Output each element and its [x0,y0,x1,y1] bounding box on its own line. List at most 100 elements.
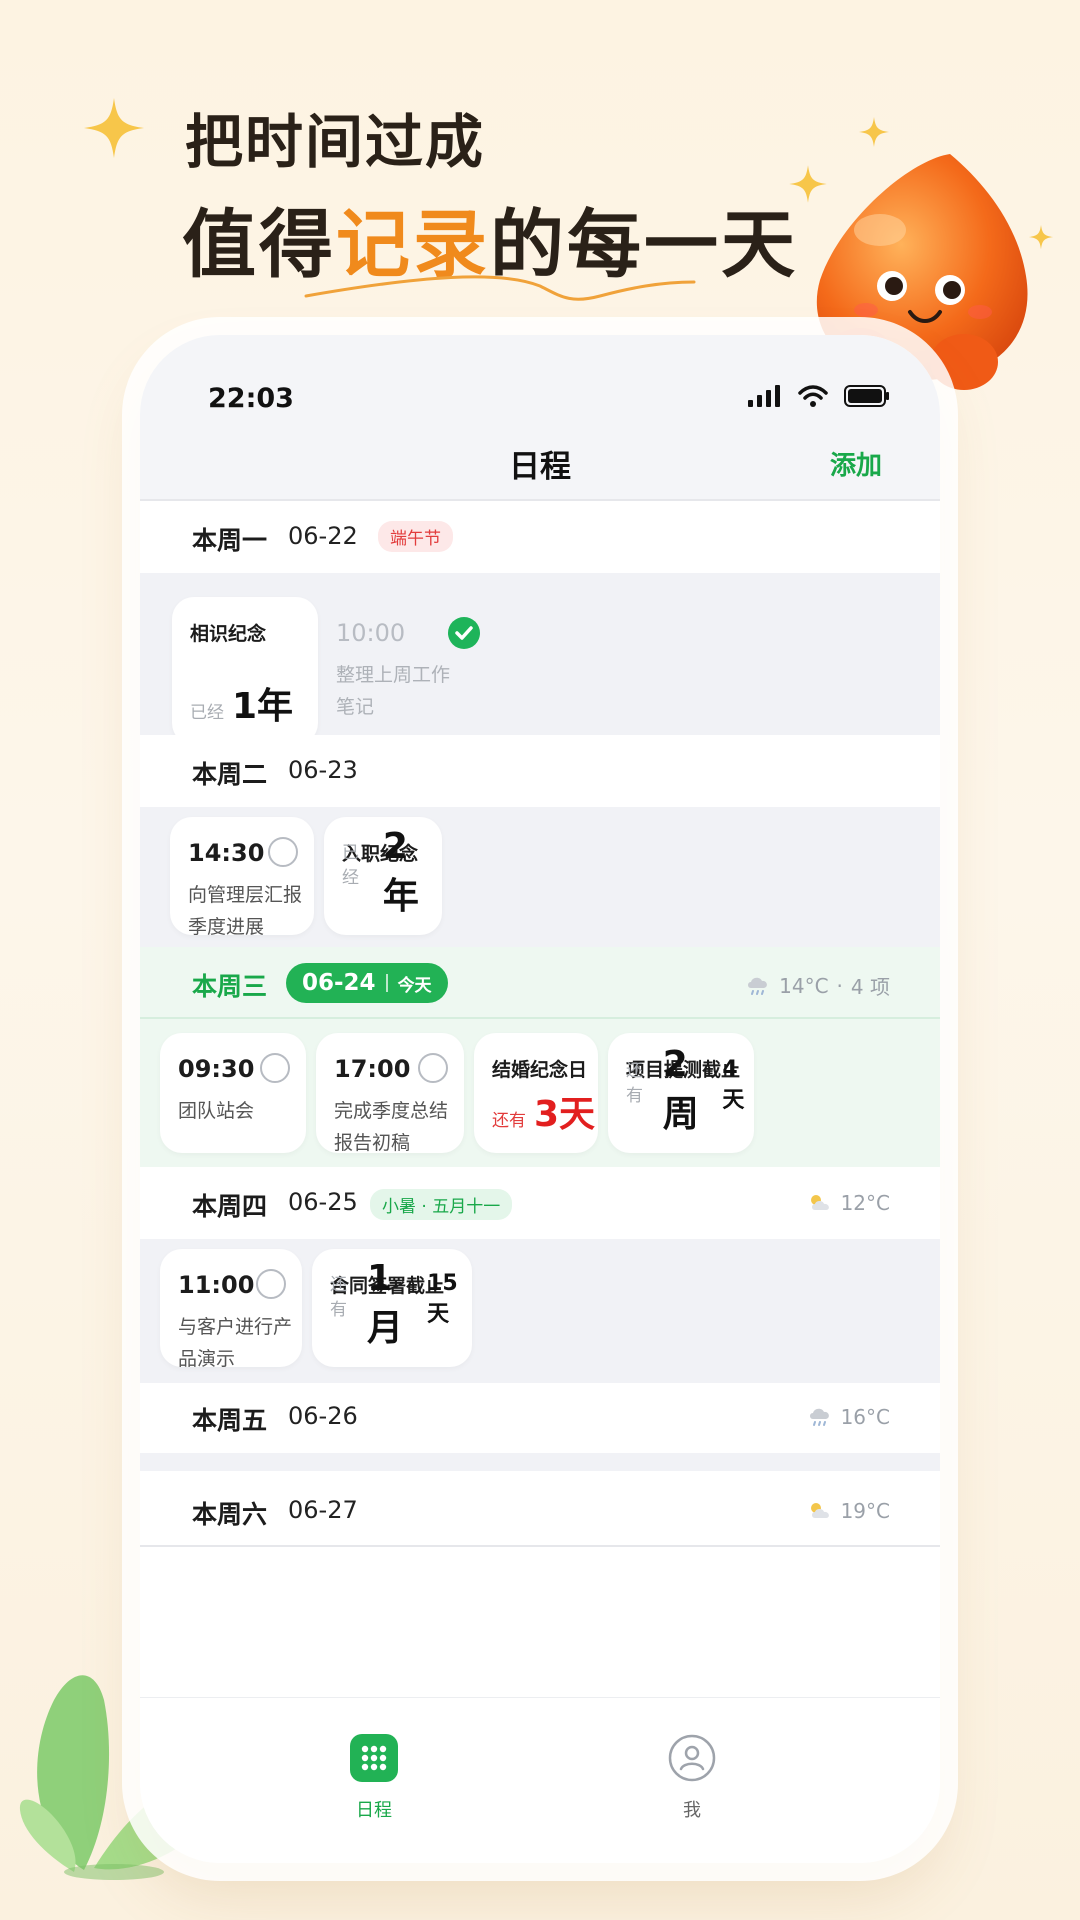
schedule-list[interactable]: 本周一 06-22 端午节 相识纪念 已经 1年 10:00 整理上周工作 笔记 [140,501,940,1693]
hero-title-line1: 把时间过成 [185,108,486,176]
user-icon [668,1734,716,1782]
tab-schedule[interactable]: 日程 [314,1734,434,1822]
page-title: 日程 [509,449,571,485]
card-count: 还有 1月 15天 [330,1258,472,1351]
day-date: 06-22 [288,522,358,550]
tab-me[interactable]: 我 [632,1734,752,1822]
countdown-card[interactable]: 项目提测截止 还有 2周 4天 [608,1033,754,1153]
wifi-icon [798,385,828,407]
tab-label: 我 [683,1800,701,1821]
pill-divider [385,974,388,992]
weather-temp: 16°C [840,1405,890,1429]
check-icon[interactable] [448,617,480,649]
anniversary-card[interactable]: 相识纪念 已经 1年 [172,597,318,745]
nav-bar: 日程 添加 [140,425,940,501]
weather-info: 16°C [807,1405,890,1429]
day-lane: 11:00 与客户进行产 品演示 合同签署截止 还有 1月 15天 [140,1239,940,1383]
countdown-card[interactable]: 合同签署截止 还有 1月 15天 [312,1249,472,1367]
status-bar: 22:03 [140,335,940,425]
task-time: 11:00 [178,1271,255,1299]
count-sub: 4天 [722,1057,745,1113]
count-prefix: 已经 [190,703,224,723]
tab-bar: 日程 我 [140,1697,940,1863]
day-date: 06-25 [288,1188,358,1216]
task-text: 团队站会 [178,1100,255,1122]
day-label: 本周二 [192,760,268,789]
day-label: 本周一 [192,526,268,555]
today-label: 今天 [397,975,432,996]
day-header[interactable]: 本周五 06-26 16°C [140,1383,940,1453]
weather-dot: · [836,973,843,998]
day-label: 本周五 [192,1406,268,1435]
card-count: 还有 3天 [492,1085,595,1137]
sun-cloud-icon [810,1503,829,1518]
phone-screen: 22:03 日程 添加 本周一 06-22 端午节 相识纪念 已经 1年 10:… [140,335,940,1863]
task-time: 09:30 [178,1055,255,1083]
weather-temp: 19°C [840,1499,890,1523]
day-date: 06-24 [302,970,376,996]
count-value: 1年 [232,686,294,727]
day-label: 本周四 [192,1192,268,1221]
task-time: 14:30 [188,839,265,867]
task-card[interactable]: 11:00 与客户进行产 品演示 [160,1249,302,1370]
add-button[interactable]: 添加 [830,445,882,482]
day-header[interactable]: 本周六 06-27 19°C [140,1471,940,1547]
count-value: 2年 [382,826,419,917]
weather-temp: 12°C [840,1191,890,1215]
task-card[interactable]: 17:00 完成季度总结 报告初稿 [316,1033,464,1154]
day-date: 06-26 [288,1402,358,1430]
checkbox-circle[interactable] [260,1053,290,1083]
weather-info: 19°C [807,1499,890,1523]
day-header[interactable]: 本周四 06-25 小暑 · 五月十一 12°C [140,1167,940,1239]
day-header-today[interactable]: 本周三 06-24 今天 14°C · 4 项 [140,947,940,1019]
day-header[interactable]: 本周一 06-22 端午节 [140,501,940,573]
count-value: 1月 [367,1258,404,1349]
holiday-badge: 端午节 [378,521,453,552]
countdown-card[interactable]: 结婚纪念日 还有 3天 [474,1033,598,1153]
card-count: 已经 2年 [342,826,442,919]
day-lane [140,1453,940,1471]
task-time: 17:00 [334,1055,411,1083]
count-prefix: 还有 [330,1275,347,1320]
solar-term-badge: 小暑 · 五月十一 [370,1189,513,1220]
card-count: 还有 2周 4天 [626,1044,754,1137]
task-card-done[interactable]: 10:00 整理上周工作 笔记 [318,597,488,745]
day-lane: 相识纪念 已经 1年 10:00 整理上周工作 笔记 [140,573,940,745]
status-icons [748,385,890,407]
day-label: 本周三 [192,972,268,1001]
rain-cloud-icon [748,977,768,995]
count-sub: 15天 [427,1271,458,1327]
item-count: 4 项 [850,975,890,999]
card-title: 相识纪念 [190,623,267,645]
day-header[interactable]: 本周二 06-23 [140,735,940,807]
weather-temp: 14°C [779,973,829,998]
checkbox-circle[interactable] [268,837,298,867]
task-card[interactable]: 09:30 团队站会 [160,1033,306,1153]
grid-icon [350,1734,398,1782]
count-prefix: 还有 [492,1111,526,1131]
task-text: 与客户进行产 品演示 [178,1316,293,1370]
checkbox-circle[interactable] [418,1053,448,1083]
task-card[interactable]: 14:30 向管理层汇报 季度进展 [170,817,314,938]
card-count: 已经 1年 [190,677,293,729]
tab-label: 日程 [356,1800,392,1821]
task-time: 10:00 [336,619,406,647]
anniversary-card[interactable]: 入职纪念 已经 2年 [324,817,442,935]
weather-info: 14°C · 4 项 [745,971,890,1000]
status-time: 22:03 [208,383,294,414]
checkbox-circle[interactable] [256,1269,286,1299]
day-date: 06-23 [288,756,358,784]
task-text: 整理上周工作 笔记 [336,664,451,718]
weather-info: 12°C [807,1191,890,1215]
hero-underline [304,275,696,301]
day-lane: 14:30 向管理层汇报 季度进展 入职纪念 已经 2年 [140,807,940,947]
sparkle-icon [84,98,144,158]
battery-icon [844,385,889,407]
count-prefix: 已经 [342,843,359,888]
signal-icon [748,385,780,407]
day-lane-today: 09:30 团队站会 17:00 完成季度总结 报告初稿 结婚纪念日 还有 3天… [140,1019,940,1167]
card-title: 结婚纪念日 [492,1059,588,1081]
count-prefix: 还有 [626,1061,643,1106]
count-value: 3天 [534,1094,596,1135]
task-text: 完成季度总结 报告初稿 [334,1100,449,1154]
